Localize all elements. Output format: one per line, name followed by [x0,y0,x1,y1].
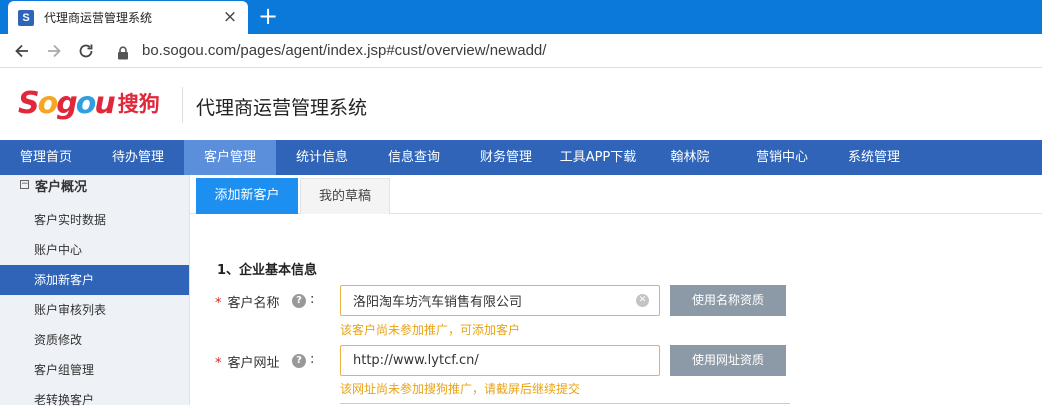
browser-tab-bar: S 代理商运营管理系统 × + [0,0,1042,34]
sidebar-item[interactable]: 添加新客户 [0,265,189,295]
main-content: 添加新客户 我的草稿 1、企业基本信息 *客户名称 ? : ✕ 使用名称资质 该… [190,175,1042,405]
sidebar-item[interactable]: 账户审核列表 [0,295,189,325]
main-nav: 管理首页 待办管理 客户管理 统计信息 信息查询 财务管理 工具APP下载 翰林院 营销中心 系统… [0,140,1042,175]
customer-url-hint: 该网址尚未参加搜狗推广，请截屏后继续提交 [340,382,581,396]
customer-url-field[interactable] [340,345,660,376]
required-mark: * [215,296,222,311]
customer-name-input[interactable] [341,286,621,315]
sidebar-item[interactable]: 账户中心 [0,235,189,265]
nav-item-3[interactable]: 统计信息 [276,140,368,175]
use-url-qualification-button[interactable]: 使用网址资质 [670,345,786,376]
customer-name-label: * 客户名称 [215,296,280,311]
sogou-favicon-icon: S [18,9,34,26]
help-icon[interactable]: ? [292,294,306,308]
logo-wordmark: Sogou [18,85,116,121]
nav-item-6[interactable]: 工具APP下载 [552,140,644,175]
section-title: 1、企业基本信息 [217,263,318,278]
nav-item-5[interactable]: 财务管理 [460,140,552,175]
help-icon[interactable]: ? [292,354,306,368]
nav-item-8[interactable]: 营销中心 [736,140,828,175]
sogou-logo[interactable]: Sogou 搜狗 [18,83,160,123]
sidebar: − 客户概况 客户实时数据 账户中心 添加新客户 账户审核列表 资质修改 客户组管理 老转换… [0,175,190,407]
nav-item-2[interactable]: 客户管理 [184,140,276,175]
sidebar-item[interactable]: 资质修改 [0,325,189,355]
customer-url-label: * 客户网址 [215,356,280,371]
customer-url-input[interactable] [341,346,621,375]
nav-item-0[interactable]: 管理首页 [0,140,92,175]
clear-icon[interactable]: ✕ [636,294,649,307]
sidebar-item[interactable]: 客户组管理 [0,355,189,385]
required-mark: * [215,356,222,371]
sidebar-group-title[interactable]: 客户概况 [35,176,87,195]
content-tabs: 添加新客户 我的草稿 [190,175,1042,214]
customer-name-field[interactable]: ✕ [340,285,660,316]
browser-toolbar: bo.sogou.com/pages/agent/index.jsp#cust/… [0,34,1042,68]
collapse-toggle-icon[interactable]: − [20,180,29,189]
header-divider [182,87,183,123]
forward-arrow-icon[interactable] [42,39,66,63]
site-header: Sogou 搜狗 代理商运营管理系统 [0,69,1042,140]
nav-item-9[interactable]: 系统管理 [828,140,920,175]
tab-add-customer[interactable]: 添加新客户 [196,178,298,214]
label-colon: : [310,352,315,367]
new-tab-icon[interactable]: + [258,3,278,29]
address-bar[interactable]: bo.sogou.com/pages/agent/index.jsp#cust/… [142,42,546,59]
nav-item-4[interactable]: 信息查询 [368,140,460,175]
tab-my-drafts[interactable]: 我的草稿 [300,178,390,214]
logo-letter: g [56,85,78,121]
reload-icon[interactable] [74,39,98,63]
customer-name-hint: 该客户尚未参加推广，可添加客户 [340,323,521,337]
tab-title: 代理商运营管理系统 [44,11,153,25]
system-title: 代理商运营管理系统 [196,97,368,119]
tab-close-icon[interactable]: × [222,9,238,26]
lock-icon[interactable] [117,45,129,64]
browser-tab[interactable]: S 代理商运营管理系统 × [8,1,248,34]
label-colon: : [310,292,315,307]
logo-letter: u [94,85,115,121]
logo-letter: S [18,85,40,121]
logo-cn-text: 搜狗 [117,92,160,116]
back-arrow-icon[interactable] [10,39,34,63]
logo-letter: o [37,85,59,121]
logo-letter: o [75,85,97,121]
use-name-qualification-button[interactable]: 使用名称资质 [670,285,786,316]
sidebar-item[interactable]: 客户实时数据 [0,205,189,235]
sidebar-item[interactable]: 老转换客户 [0,385,189,415]
nav-item-1[interactable]: 待办管理 [92,140,184,175]
nav-item-7[interactable]: 翰林院 [644,140,736,175]
